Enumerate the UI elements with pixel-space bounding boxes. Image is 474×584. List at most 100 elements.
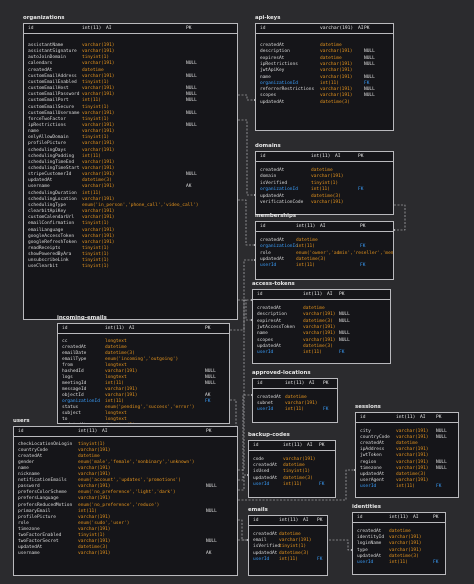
table-emails[interactable]: emails id int(11) AI PK createdAt datetime emai… <box>248 505 328 576</box>
table-incoming-emails[interactable]: incoming-emails id int(11) AI PK cc longtext cr… <box>57 313 230 424</box>
table-title: backup-codes <box>248 432 290 438</box>
column-constraint: AK <box>206 550 212 556</box>
table-sessions[interactable]: sessions id int(11) AI PK city varchar(191) NUL… <box>355 402 459 498</box>
relationship-line <box>238 94 255 101</box>
table-body: id varchar(191) AI PK createdAt datetime descr… <box>255 23 394 131</box>
pk-flag: PK <box>433 515 439 520</box>
column-constraint: FK <box>433 560 439 565</box>
primary-key-row: id int(11) AI PK <box>356 413 458 423</box>
column-name: userId <box>257 407 274 413</box>
table-title: sessions <box>355 404 381 410</box>
pk-flag: PK <box>358 154 364 159</box>
table-backup-codes[interactable]: backup-codes id int(11) AI PK code varchar(191… <box>248 430 336 498</box>
pk-column-name: id <box>257 381 263 386</box>
table-title: organizations <box>23 15 65 21</box>
column-name: userId <box>257 350 274 356</box>
column-name: username <box>18 550 40 556</box>
auto-increment-flag: AI <box>327 292 333 297</box>
table-body: id int(11) AI PK createdAt datetime identityId… <box>352 512 446 575</box>
column-name: userId <box>360 483 377 489</box>
column-name: userId <box>253 556 270 562</box>
pk-flag: PK <box>360 224 366 229</box>
pk-flag: PK <box>206 429 212 434</box>
pk-column-type: int(11) <box>285 381 305 386</box>
primary-key-row: id int(11) AI PK <box>253 379 337 389</box>
column-row: userId int(11) FK <box>256 263 393 269</box>
auto-increment-flag: AI <box>309 381 315 386</box>
column-row: userId int(11) FK <box>249 482 335 488</box>
pk-column-type: int(11) <box>78 429 98 434</box>
column-type: varchar(191) <box>311 200 344 205</box>
table-body: id int(11) AI PK assistantName varchar(191) as… <box>23 23 238 320</box>
column-type: int(11) <box>303 350 322 356</box>
pk-column-name: id <box>62 326 68 331</box>
table-identities[interactable]: identities id int(11) AI PK createdAt datetime… <box>352 502 446 575</box>
relationship-line <box>238 119 255 196</box>
column-constraint: FK <box>319 481 325 487</box>
column-row: username varchar(191) AK <box>14 551 237 557</box>
table-body: id int(11) AI PK code varchar(191) createdAt da… <box>248 440 336 498</box>
table-title: identities <box>352 504 381 510</box>
column-type: int(11) <box>396 483 415 489</box>
column-constraint: FK <box>436 483 442 489</box>
primary-key-row: id int(11) AI PK <box>353 513 445 523</box>
primary-key-row: id int(11) AI PK <box>249 441 335 451</box>
column-type: int(11) <box>296 263 315 269</box>
column-constraint: FK <box>323 407 329 413</box>
column-constraint: FK <box>339 350 345 356</box>
table-domains[interactable]: domains id int(11) AI PK createdAt datetime dom… <box>255 141 394 215</box>
pk-flag: PK <box>205 326 211 331</box>
auto-increment-flag: AI <box>320 224 326 229</box>
column-name: userId <box>357 560 374 565</box>
column-row: useClearbit tinyint(1) <box>24 264 237 270</box>
pk-column-name: id <box>260 224 266 229</box>
table-api-keys[interactable]: api-keys id varchar(191) AI PK createdAt datet… <box>255 13 394 131</box>
table-access-tokens[interactable]: access-tokens id int(11) AI PK createdAt datet… <box>252 279 391 364</box>
pk-column-name: id <box>357 515 363 520</box>
column-row: updatedAt datetime(3) <box>256 100 393 106</box>
column-row: verificationCode varchar(191) <box>256 200 393 206</box>
primary-key-row: id int(11) AI PK <box>249 516 327 526</box>
table-body: id int(11) AI PK createdAt datetime subnet varc… <box>252 378 338 423</box>
column-type: int(11) <box>389 560 408 565</box>
table-body: id int(11) AI PK city varchar(191) NULL country… <box>355 412 459 498</box>
pk-flag: PK <box>186 26 192 31</box>
pk-flag: PK <box>317 518 323 523</box>
table-approved-locations[interactable]: approved-locations id int(11) AI PK createdAt… <box>252 368 338 423</box>
column-name: userId <box>260 263 277 269</box>
table-title: access-tokens <box>252 281 295 287</box>
column-row: userId int(11) FK <box>356 484 458 490</box>
primary-key-row: id int(11) AI PK <box>253 290 390 300</box>
relationship-line <box>238 199 255 246</box>
pk-column-type: int(11) <box>396 415 416 420</box>
table-organizations[interactable]: organizations id int(11) AI PK assistantName v… <box>23 13 238 320</box>
pk-column-name: id <box>260 154 266 159</box>
primary-key-row: id int(11) AI PK <box>24 24 237 34</box>
pk-column-name: id <box>257 292 263 297</box>
pk-flag: PK <box>323 381 329 386</box>
primary-key-row: id int(11) AI PK <box>14 427 237 437</box>
primary-key-row: id varchar(191) AI PK <box>256 24 393 34</box>
pk-flag: PK <box>339 292 345 297</box>
pk-column-name: id <box>360 415 366 420</box>
table-body: id int(11) AI PK createdAt datetime descriptio… <box>252 289 391 364</box>
table-title: domains <box>255 143 281 149</box>
table-title: memberships <box>255 213 297 219</box>
column-type: int(11) <box>285 407 304 413</box>
auto-increment-flag: AI <box>303 518 309 523</box>
pk-column-name: id <box>28 26 34 31</box>
table-title: users <box>13 418 30 424</box>
column-type: tinyint(1) <box>82 264 110 270</box>
table-body: id int(11) AI PK createdAt datetime email varch… <box>248 515 328 576</box>
auto-increment-flag: AI <box>420 415 426 420</box>
column-row: userId int(11) FK <box>253 350 390 356</box>
table-memberships[interactable]: memberships id int(11) AI PK createdAt datetim… <box>255 211 394 280</box>
table-users[interactable]: users id int(11) AI PK checkLocationOnLogin ti… <box>13 416 238 576</box>
auto-increment-flag: AI <box>129 326 135 331</box>
auto-increment-flag: AI <box>106 26 112 31</box>
pk-column-type: int(11) <box>311 154 331 159</box>
relationship-line <box>394 204 406 231</box>
column-type: int(11) <box>283 481 302 487</box>
auto-increment-flag: AI <box>358 26 364 31</box>
pk-column-name: id <box>253 443 259 448</box>
